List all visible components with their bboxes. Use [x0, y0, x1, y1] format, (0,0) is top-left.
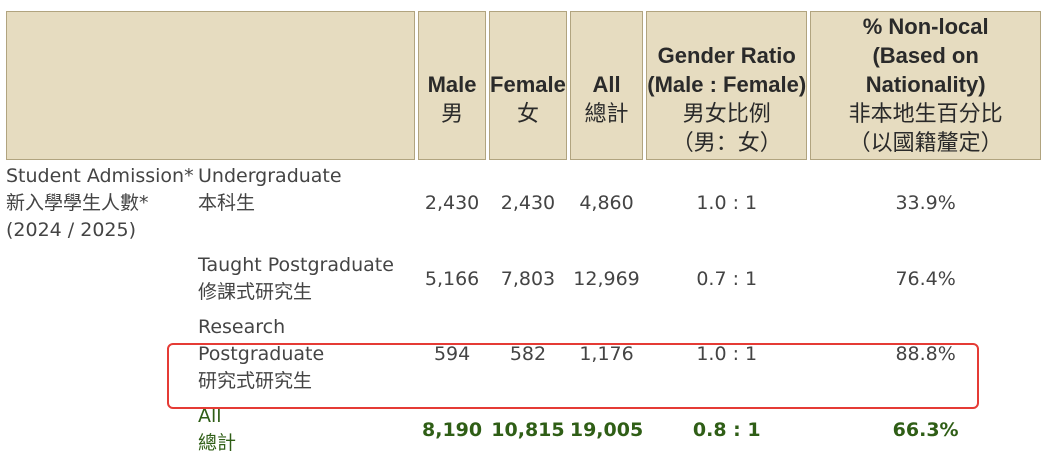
table-row: Student Admission* 新入學學生人數* (2024 / 2025… — [6, 163, 1041, 244]
cell-nonlocal: 88.8% — [895, 343, 956, 365]
cell-ratio: 0.7 : 1 — [696, 267, 758, 290]
cell-female: 7,803 — [500, 267, 556, 290]
row-label-cell: Student Admission* 新入學學生人數* (2024 / 2025… — [6, 163, 415, 244]
cell-male: 2,430 — [424, 192, 480, 214]
total-type-zh: 總計 — [198, 432, 237, 454]
cell-nonlocal: 76.4% — [895, 267, 956, 290]
total-nonlocal: 66.3% — [892, 418, 959, 441]
row-type-zh: 修課式研究生 — [198, 281, 313, 303]
cell-ratio: 1.0 : 1 — [696, 343, 758, 365]
row-type-zh: 本科生 — [198, 192, 256, 214]
total-row: All 總計 8,190 10,815 19,005 0.8 : 1 66.3% — [6, 398, 1041, 462]
header-male-en: Male — [427, 72, 477, 97]
header-ratio-zh-sub: （男：女） — [671, 130, 782, 155]
header-nonlocal-zh-sub: （以國籍釐定） — [848, 130, 1003, 155]
header-nonlocal-en: % Non-local — [862, 14, 989, 39]
total-all: 19,005 — [569, 418, 644, 441]
total-male: 8,190 — [422, 418, 483, 441]
row-type-en: Taught Postgraduate — [198, 254, 394, 276]
cell-female: 582 — [509, 343, 547, 365]
header-non-local: % Non-local (Based on Nationality) 非本地生百分比… — [810, 11, 1041, 160]
cell-all: 4,860 — [579, 192, 634, 214]
total-female: 10,815 — [491, 418, 565, 441]
header-gender-ratio: Gender Ratio (Male : Female) 男女比例 （男：女） — [646, 11, 808, 160]
row-type: Taught Postgraduate 修課式研究生 — [6, 252, 415, 306]
admission-table: Male 男 Female 女 All 總計 Gender Ratio (Male : … — [3, 8, 1044, 465]
header-female: Female 女 — [489, 11, 567, 160]
row-label-cell: All 總計 — [6, 398, 415, 462]
row-type: All 總計 — [6, 403, 415, 457]
total-ratio: 0.8 : 1 — [692, 418, 761, 441]
group-label-zh: 新入學學生人數* — [6, 192, 149, 214]
cell-male: 5,166 — [424, 267, 480, 290]
table-row: Research Postgraduate 研究式研究生 594 582 1,1… — [6, 314, 1041, 395]
row-type-zh: 研究式研究生 — [198, 370, 313, 392]
header-female-zh: 女 — [516, 101, 539, 126]
cell-ratio: 1.0 : 1 — [696, 192, 758, 214]
cell-male: 594 — [433, 343, 471, 365]
header-all-en: All — [592, 72, 621, 97]
header-female-en: Female — [490, 72, 566, 97]
cell-all: 12,969 — [573, 267, 640, 290]
row-type: Undergraduate 本科生 — [198, 163, 342, 244]
group-label: Student Admission* 新入學學生人數* (2024 / 2025… — [6, 163, 198, 244]
cell-all: 1,176 — [579, 343, 634, 365]
row-type-en: Research Postgraduate — [198, 316, 325, 365]
row-label-cell: Taught Postgraduate 修課式研究生 — [6, 247, 415, 311]
header-male: Male 男 — [418, 11, 487, 160]
total-type-en: All — [198, 405, 222, 427]
header-ratio-en: Gender Ratio — [657, 43, 796, 68]
row-type-en: Undergraduate — [198, 165, 342, 187]
group-label-en: Student Admission* — [6, 165, 194, 187]
header-blank — [6, 11, 416, 160]
header-all-zh: 總計 — [584, 101, 629, 126]
header-nonlocal-zh: 非本地生百分比 — [848, 101, 1003, 126]
table-row: Taught Postgraduate 修課式研究生 5,166 7,803 1… — [6, 247, 1041, 311]
cell-female: 2,430 — [500, 192, 556, 214]
header-nonlocal-sub: (Based on Nationality) — [865, 43, 986, 97]
header-row: Male 男 Female 女 All 總計 Gender Ratio (Male : … — [6, 11, 1041, 160]
cell-nonlocal: 33.9% — [895, 192, 956, 214]
row-type: Research Postgraduate 研究式研究生 — [6, 314, 415, 395]
header-ratio-zh: 男女比例 — [682, 101, 771, 126]
header-all: All 總計 — [569, 11, 644, 160]
group-year: (2024 / 2025) — [6, 219, 137, 241]
header-ratio-sub: (Male : Female) — [647, 72, 807, 97]
row-label-cell: Research Postgraduate 研究式研究生 — [6, 314, 415, 395]
header-male-zh: 男 — [441, 101, 464, 126]
